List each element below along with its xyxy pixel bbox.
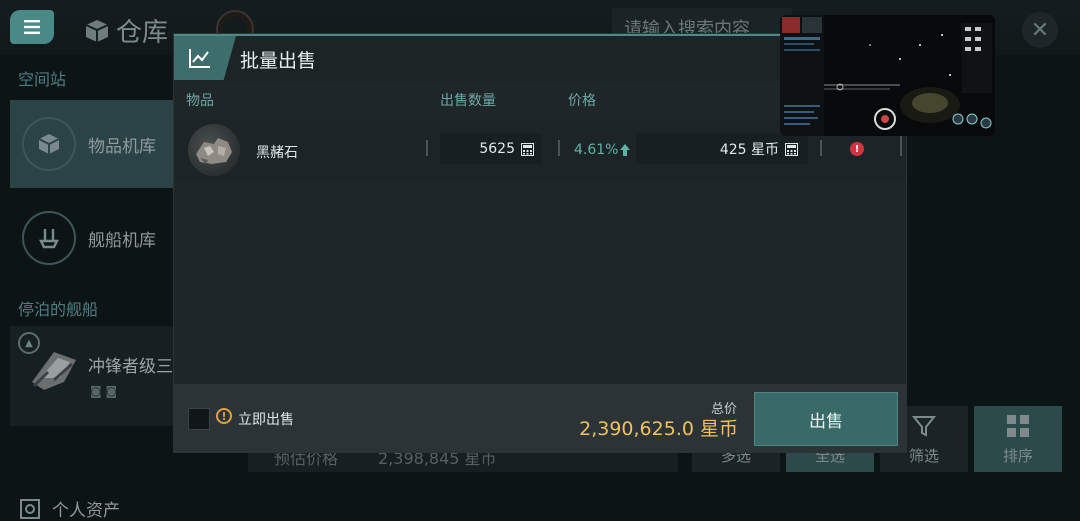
divider bbox=[820, 140, 822, 156]
personal-assets[interactable]: 个人资产 bbox=[18, 496, 120, 521]
docked-ship-name: 冲锋者级三 bbox=[88, 357, 173, 377]
menu-icon bbox=[24, 20, 40, 34]
sidebar-item-label: 舰船机库 bbox=[88, 230, 156, 251]
sidebar-item-ship-hangar[interactable]: 舰船机库 bbox=[10, 194, 176, 282]
chart-icon bbox=[174, 36, 236, 80]
page-title: 仓库 bbox=[84, 12, 168, 49]
safe-icon bbox=[20, 498, 40, 519]
game-minimap[interactable] bbox=[780, 15, 995, 136]
dialog-footer: ! 立即出售 总价 2,390,625.0 星币 出售 bbox=[174, 384, 906, 452]
ship-thumbnail bbox=[32, 352, 76, 390]
ship-icon bbox=[22, 211, 76, 265]
box-icon bbox=[85, 19, 109, 42]
quantity-value: 5625 bbox=[479, 141, 515, 157]
calculator-icon[interactable] bbox=[521, 142, 534, 156]
info-icon[interactable]: ! bbox=[216, 408, 232, 424]
calculator-icon[interactable] bbox=[785, 142, 798, 156]
cube-icon bbox=[22, 117, 76, 171]
sidebar-item-item-hangar[interactable]: 物品机库 bbox=[10, 100, 176, 188]
section-station: 空间站 bbox=[18, 70, 67, 89]
quantity-input[interactable]: 5625 bbox=[440, 134, 542, 164]
page-title-text: 仓库 bbox=[116, 18, 169, 48]
sell-button[interactable]: 出售 bbox=[754, 392, 898, 446]
section-docked: 停泊的舰船 bbox=[18, 300, 99, 319]
column-header-price: 价格 bbox=[568, 93, 596, 109]
column-header-quantity: 出售数量 bbox=[440, 93, 496, 109]
close-icon: ✕ bbox=[1030, 17, 1050, 43]
sort-button[interactable]: 排序 bbox=[974, 406, 1062, 472]
docked-ship-item[interactable]: ▲ 冲锋者级三 ◙ ◙ bbox=[10, 326, 176, 426]
space-scene-image bbox=[780, 15, 995, 136]
divider bbox=[426, 140, 428, 156]
assets-label: 个人资产 bbox=[52, 501, 120, 521]
total-value: 2,390,625.0 星币 bbox=[579, 418, 738, 440]
sidebar: 空间站 物品机库 舰船机库 停泊的舰船 ▲ 冲锋者级三 ◙ ◙ 个人资产 bbox=[8, 56, 178, 521]
grid-icon bbox=[1007, 415, 1029, 437]
column-header-item: 物品 bbox=[186, 93, 214, 109]
filter-icon bbox=[911, 416, 937, 437]
sort-label: 排序 bbox=[1002, 447, 1033, 465]
instant-sell-label: 立即出售 bbox=[238, 412, 294, 428]
price-change-value: 4.61% bbox=[574, 142, 619, 158]
divider bbox=[558, 140, 560, 156]
ore-thumbnail bbox=[188, 124, 240, 176]
arrow-up-icon bbox=[620, 144, 631, 156]
warning-icon[interactable]: ! bbox=[850, 142, 864, 156]
menu-button[interactable] bbox=[10, 10, 54, 44]
dialog-title: 批量出售 bbox=[240, 50, 317, 72]
item-name: 黑赭石 bbox=[256, 145, 298, 161]
close-button[interactable]: ✕ bbox=[1022, 12, 1058, 48]
instant-sell-checkbox[interactable] bbox=[188, 408, 210, 430]
price-change: 4.61% bbox=[574, 142, 631, 158]
ship-status-icons: ◙ ◙ bbox=[90, 384, 118, 398]
price-value: 425 星币 bbox=[719, 142, 779, 158]
sidebar-item-label: 物品机库 bbox=[88, 136, 156, 157]
price-input[interactable]: 425 星币 bbox=[636, 134, 808, 164]
filter-label: 筛选 bbox=[908, 447, 939, 465]
